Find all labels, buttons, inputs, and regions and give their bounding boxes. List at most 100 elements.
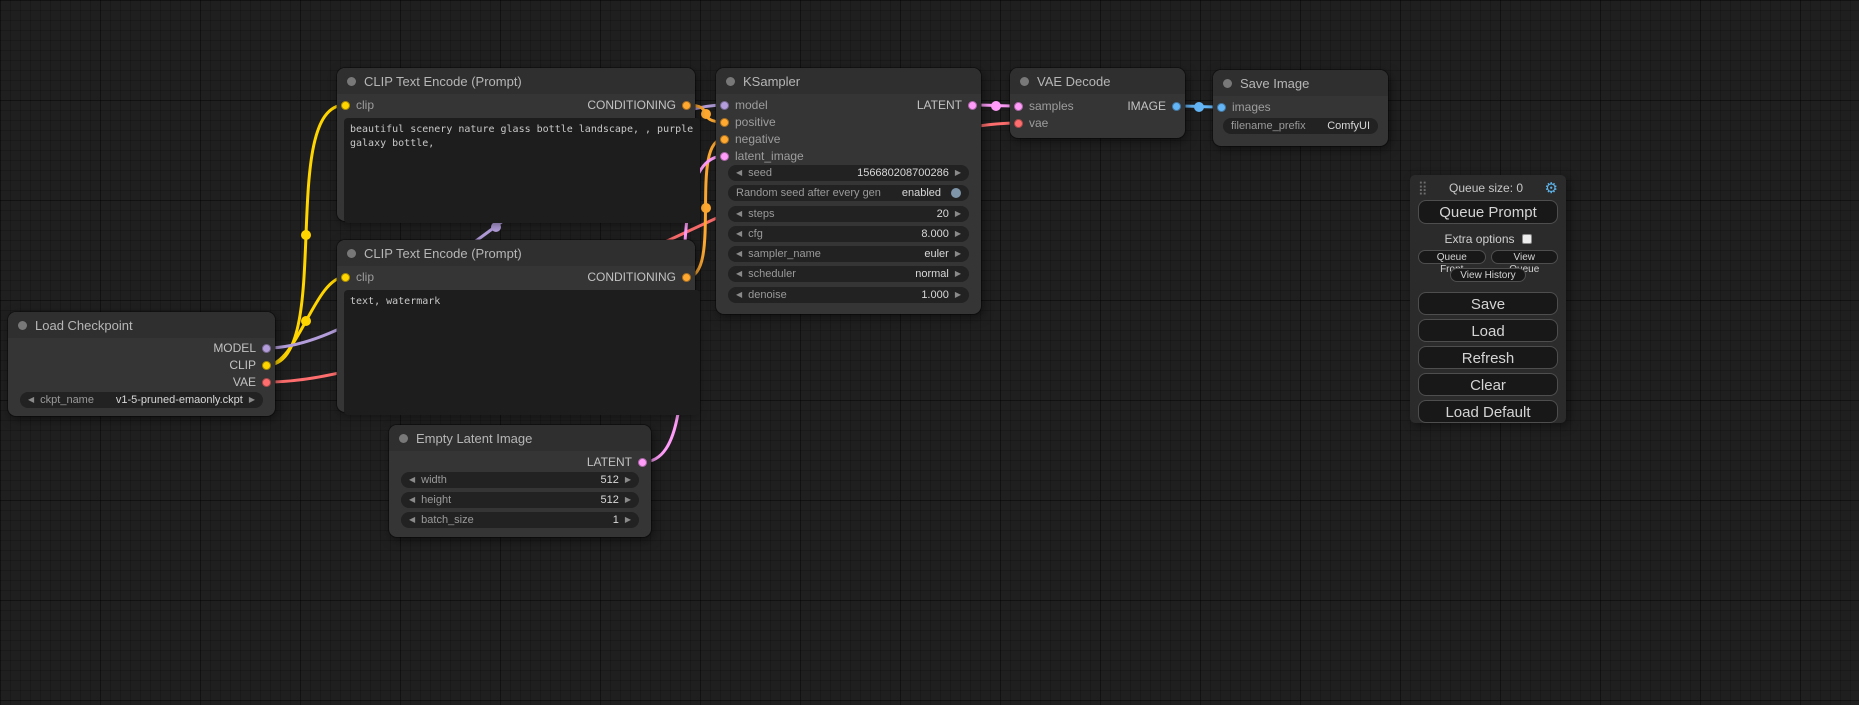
widget-steps[interactable]: ◀ steps 20 ▶ xyxy=(728,206,969,222)
node-title: KSampler xyxy=(743,74,800,89)
positive-prompt-textarea[interactable]: beautiful scenery nature glass bottle la… xyxy=(344,118,700,223)
widget-seed[interactable]: ◀ seed 156680208700286 ▶ xyxy=(728,165,969,181)
input-dot-clip[interactable] xyxy=(341,273,350,282)
input-dot-model[interactable] xyxy=(720,101,729,110)
toggle-on-icon[interactable] xyxy=(951,188,961,198)
increment-arrow-icon[interactable]: ▶ xyxy=(955,287,961,303)
increment-arrow-icon[interactable]: ▶ xyxy=(625,512,631,528)
increment-arrow-icon[interactable]: ▶ xyxy=(955,246,961,262)
collapse-dot-icon[interactable] xyxy=(726,77,735,86)
load-default-button[interactable]: Load Default xyxy=(1418,400,1558,423)
output-dot-image[interactable] xyxy=(1172,102,1181,111)
slot-label: latent_image xyxy=(735,149,804,163)
increment-arrow-icon[interactable]: ▶ xyxy=(955,226,961,242)
node-empty-latent-image[interactable]: Empty Latent Image LATENT ◀ width 512 ▶ … xyxy=(389,425,651,537)
decrement-arrow-icon[interactable]: ◀ xyxy=(409,492,415,508)
increment-arrow-icon[interactable]: ▶ xyxy=(955,266,961,282)
widget-cfg[interactable]: ◀ cfg 8.000 ▶ xyxy=(728,226,969,242)
node-vae-decode[interactable]: VAE Decode samples vae IMAGE xyxy=(1010,68,1185,138)
node-title-bar[interactable]: Load Checkpoint xyxy=(8,312,275,338)
slot-label: VAE xyxy=(233,375,256,389)
graph-canvas[interactable]: Load Checkpoint MODEL CLIP VAE ◀ ckpt_na… xyxy=(0,0,1859,705)
node-ksampler[interactable]: KSampler model positive negative latent_… xyxy=(716,68,981,314)
negative-prompt-textarea[interactable]: text, watermark xyxy=(344,290,700,415)
output-dot-latent[interactable] xyxy=(638,458,647,467)
output-dot-conditioning[interactable] xyxy=(682,101,691,110)
decrement-arrow-icon[interactable]: ◀ xyxy=(736,287,742,303)
save-button[interactable]: Save xyxy=(1418,292,1558,315)
extra-options-checkbox[interactable] xyxy=(1522,234,1532,244)
decrement-arrow-icon[interactable]: ◀ xyxy=(736,206,742,222)
decrement-arrow-icon[interactable]: ◀ xyxy=(409,472,415,488)
output-dot-model[interactable] xyxy=(262,344,271,353)
collapse-dot-icon[interactable] xyxy=(347,249,356,258)
collapse-dot-icon[interactable] xyxy=(399,434,408,443)
widget-sampler-name[interactable]: ◀ sampler_name euler ▶ xyxy=(728,246,969,262)
node-title-bar[interactable]: CLIP Text Encode (Prompt) xyxy=(337,240,695,266)
node-title-bar[interactable]: VAE Decode xyxy=(1010,68,1185,94)
input-dot-positive[interactable] xyxy=(720,118,729,127)
output-dot-vae[interactable] xyxy=(262,378,271,387)
collapse-dot-icon[interactable] xyxy=(18,321,27,330)
input-dot-vae[interactable] xyxy=(1014,119,1023,128)
node-save-image[interactable]: Save Image images filename_prefix ComfyU… xyxy=(1213,70,1388,146)
drag-handle-icon[interactable]: ⣿ xyxy=(1418,180,1428,196)
load-button[interactable]: Load xyxy=(1418,319,1558,342)
collapse-dot-icon[interactable] xyxy=(347,77,356,86)
collapse-dot-icon[interactable] xyxy=(1020,77,1029,86)
increment-arrow-icon[interactable]: ▶ xyxy=(955,165,961,181)
queue-prompt-button[interactable]: Queue Prompt xyxy=(1418,200,1558,224)
node-title-bar[interactable]: CLIP Text Encode (Prompt) xyxy=(337,68,695,94)
queue-front-button[interactable]: Queue Front xyxy=(1418,250,1486,264)
increment-arrow-icon[interactable]: ▶ xyxy=(249,392,255,408)
input-dot-samples[interactable] xyxy=(1014,102,1023,111)
node-clip-text-encode-negative[interactable]: CLIP Text Encode (Prompt) clip CONDITION… xyxy=(337,240,695,412)
node-title-bar[interactable]: Empty Latent Image xyxy=(389,425,651,451)
view-queue-button[interactable]: View Queue xyxy=(1491,250,1559,264)
output-dot-clip[interactable] xyxy=(262,361,271,370)
clear-button[interactable]: Clear xyxy=(1418,373,1558,396)
collapse-dot-icon[interactable] xyxy=(1223,79,1232,88)
view-history-button[interactable]: View History xyxy=(1450,268,1526,282)
slot-label: samples xyxy=(1029,99,1074,113)
input-dot-clip[interactable] xyxy=(341,101,350,110)
decrement-arrow-icon[interactable]: ◀ xyxy=(736,226,742,242)
widget-random-seed-toggle[interactable]: Random seed after every gen enabled xyxy=(728,185,969,201)
node-load-checkpoint[interactable]: Load Checkpoint MODEL CLIP VAE ◀ ckpt_na… xyxy=(8,312,275,416)
widget-height[interactable]: ◀ height 512 ▶ xyxy=(401,492,639,508)
node-title-bar[interactable]: Save Image xyxy=(1213,70,1388,96)
widget-value: normal xyxy=(915,268,949,280)
settings-gear-icon[interactable]: ⚙ xyxy=(1545,181,1558,196)
decrement-arrow-icon[interactable]: ◀ xyxy=(28,392,34,408)
refresh-button[interactable]: Refresh xyxy=(1418,346,1558,369)
widget-batch-size[interactable]: ◀ batch_size 1 ▶ xyxy=(401,512,639,528)
widget-width[interactable]: ◀ width 512 ▶ xyxy=(401,472,639,488)
node-clip-text-encode-positive[interactable]: CLIP Text Encode (Prompt) clip CONDITION… xyxy=(337,68,695,221)
decrement-arrow-icon[interactable]: ◀ xyxy=(409,512,415,528)
slot-label: LATENT xyxy=(917,98,962,112)
output-dot-conditioning[interactable] xyxy=(682,273,691,282)
node-title: Save Image xyxy=(1240,76,1309,91)
input-slot-model: model xyxy=(716,97,770,113)
decrement-arrow-icon[interactable]: ◀ xyxy=(736,266,742,282)
output-dot-latent[interactable] xyxy=(968,101,977,110)
node-title-bar[interactable]: KSampler xyxy=(716,68,981,94)
input-slot-vae: vae xyxy=(1010,115,1050,131)
decrement-arrow-icon[interactable]: ◀ xyxy=(736,246,742,262)
widget-scheduler[interactable]: ◀ scheduler normal ▶ xyxy=(728,266,969,282)
widget-denoise[interactable]: ◀ denoise 1.000 ▶ xyxy=(728,287,969,303)
widget-value: 1.000 xyxy=(921,289,949,301)
increment-arrow-icon[interactable]: ▶ xyxy=(625,472,631,488)
input-slot-latent-image: latent_image xyxy=(716,148,806,164)
increment-arrow-icon[interactable]: ▶ xyxy=(955,206,961,222)
decrement-arrow-icon[interactable]: ◀ xyxy=(736,165,742,181)
input-dot-negative[interactable] xyxy=(720,135,729,144)
input-dot-latent-image[interactable] xyxy=(720,152,729,161)
input-dot-images[interactable] xyxy=(1217,103,1226,112)
widget-label: sampler_name xyxy=(748,248,821,260)
output-slot-clip: CLIP xyxy=(227,357,275,373)
widget-filename-prefix[interactable]: filename_prefix ComfyUI xyxy=(1223,118,1378,134)
widget-ckpt-name[interactable]: ◀ ckpt_name v1-5-pruned-emaonly.ckpt ▶ xyxy=(20,392,263,408)
increment-arrow-icon[interactable]: ▶ xyxy=(625,492,631,508)
input-slot-clip: clip xyxy=(337,269,376,285)
